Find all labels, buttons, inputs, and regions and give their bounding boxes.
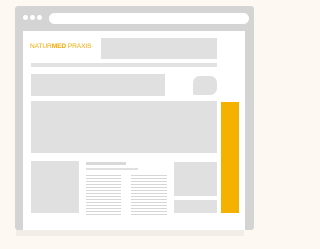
article-image-placeholder (31, 161, 79, 213)
article-subheading-placeholder (86, 168, 138, 170)
text-line-placeholder (131, 190, 167, 191)
text-line-placeholder (131, 175, 167, 176)
text-line-placeholder (131, 202, 167, 203)
text-line-placeholder (86, 193, 121, 194)
text-line-placeholder (131, 196, 167, 197)
text-line-placeholder (86, 199, 121, 200)
navigation-bar-placeholder[interactable] (31, 63, 217, 67)
text-line-placeholder (131, 208, 167, 209)
address-bar[interactable] (49, 13, 249, 24)
text-line-placeholder (86, 196, 121, 197)
subheader-placeholder (31, 74, 165, 96)
logo-med-text: MED (51, 43, 67, 50)
text-line-placeholder (131, 181, 167, 182)
window-controls (23, 15, 47, 21)
side-image-top-placeholder (174, 162, 217, 196)
window-dot-2[interactable] (30, 15, 35, 20)
side-image-bottom-placeholder (174, 200, 217, 213)
text-line-placeholder (86, 208, 121, 209)
text-line-placeholder (131, 184, 167, 185)
text-line-placeholder (131, 214, 167, 215)
text-line-placeholder (131, 211, 167, 212)
text-line-placeholder (86, 190, 121, 191)
text-line-placeholder (86, 184, 121, 185)
chat-bubble-icon[interactable] (193, 76, 217, 95)
article-heading-placeholder (86, 162, 126, 165)
text-line-placeholder (131, 205, 167, 206)
text-line-placeholder (86, 181, 121, 182)
window-dot-1[interactable] (23, 15, 28, 20)
browser-window: NATURMED PRAXIS (15, 6, 254, 230)
text-line-placeholder (86, 202, 121, 203)
window-dot-3[interactable] (37, 15, 42, 20)
header-banner-placeholder (101, 38, 217, 59)
web-page: NATURMED PRAXIS (23, 31, 245, 230)
text-line-placeholder (86, 211, 121, 212)
text-line-placeholder (86, 178, 121, 179)
text-line-placeholder (86, 205, 121, 206)
text-line-placeholder (131, 199, 167, 200)
text-line-placeholder (86, 187, 121, 188)
text-line-placeholder (86, 175, 121, 176)
sidebar-ad-banner[interactable] (221, 102, 239, 213)
hero-image-placeholder (31, 101, 217, 153)
logo-praxis-text: PRAXIS (66, 43, 92, 50)
site-logo[interactable]: NATURMED PRAXIS (30, 43, 92, 51)
logo-natur-text: NATUR (30, 43, 52, 50)
text-line-placeholder (86, 214, 121, 215)
text-line-placeholder (131, 178, 167, 179)
text-line-placeholder (131, 193, 167, 194)
text-line-placeholder (131, 187, 167, 188)
